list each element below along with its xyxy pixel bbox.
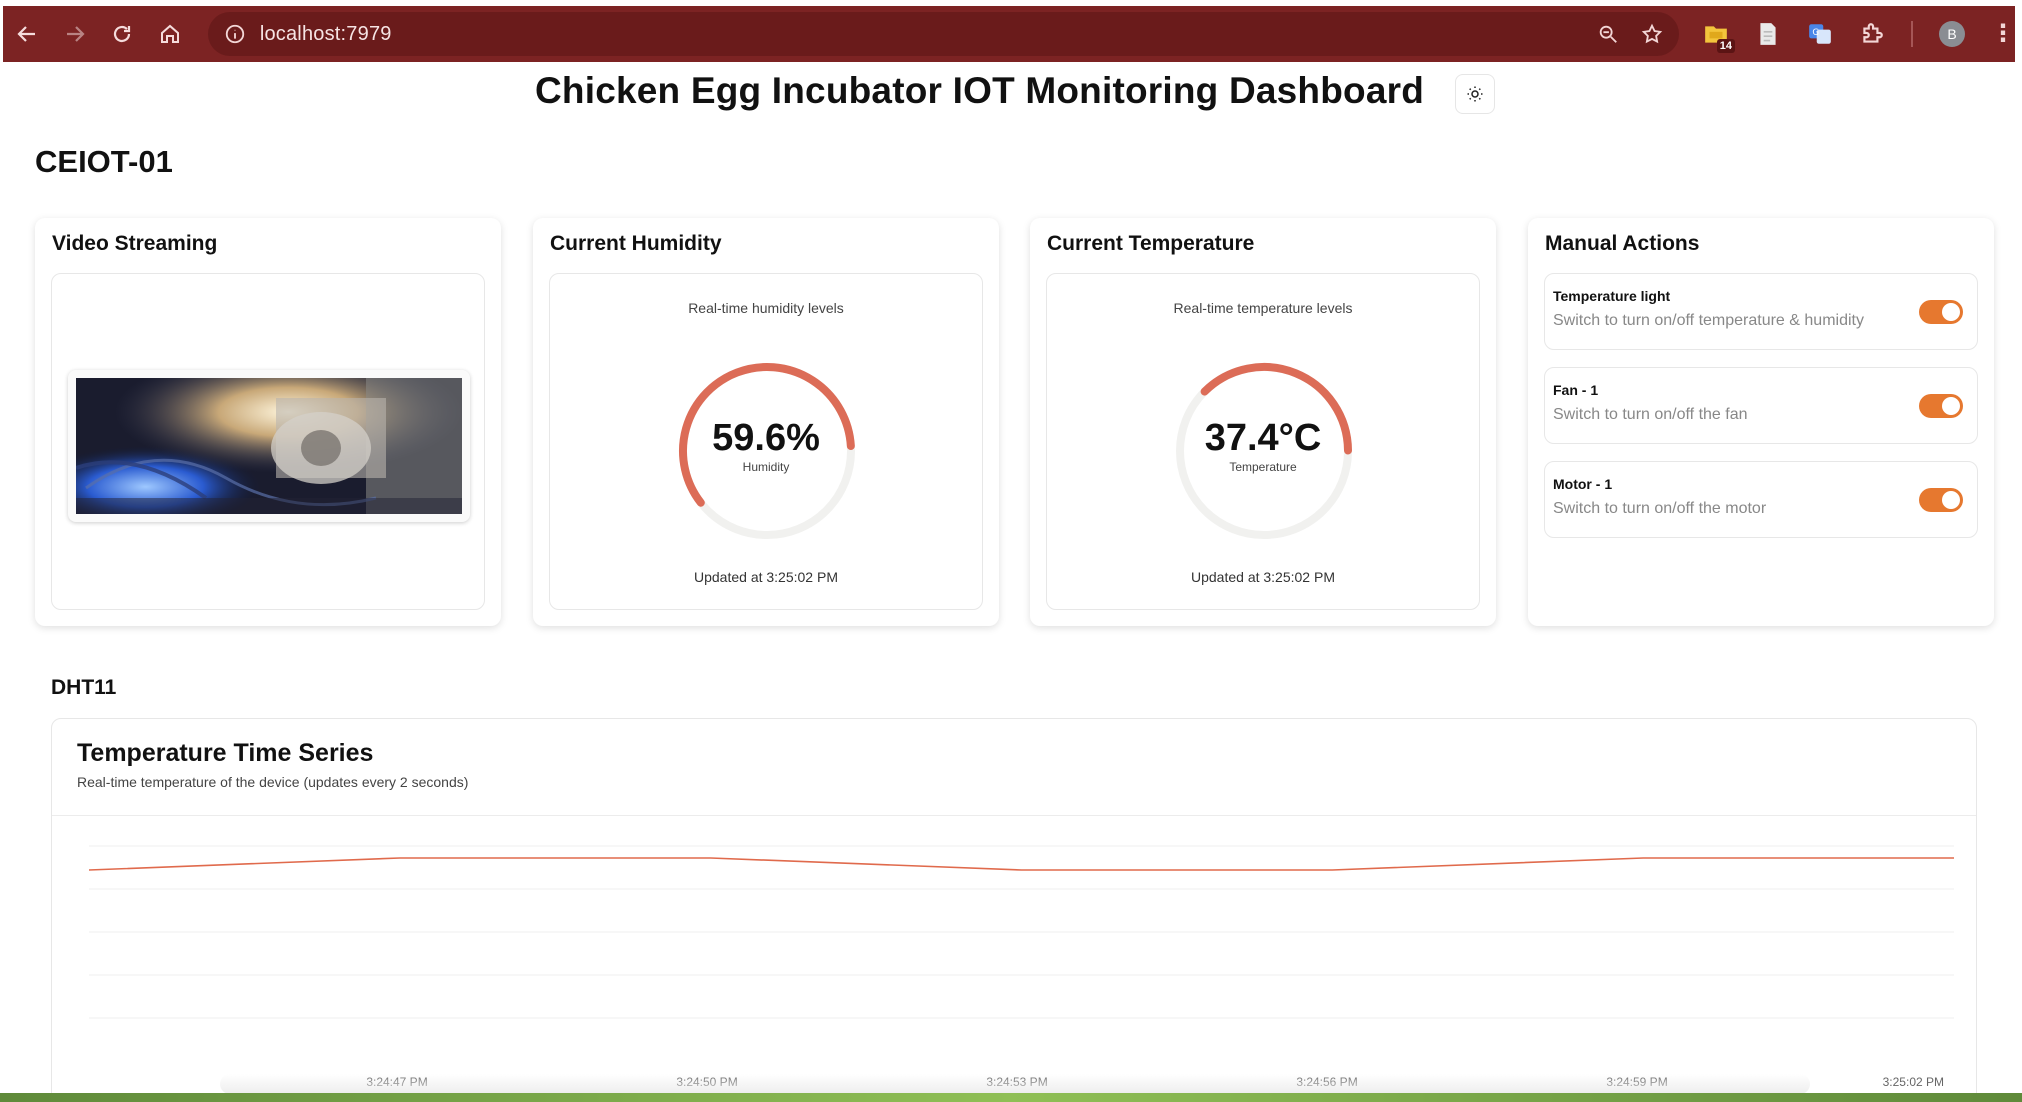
back-button[interactable] [3, 10, 51, 58]
humidity-card: Current Humidity Real-time humidity leve… [533, 218, 999, 626]
humidity-label: Humidity [742, 460, 790, 474]
action-description: Switch to turn on/off the fan [1553, 406, 1748, 423]
zoom-icon[interactable] [1597, 23, 1619, 45]
temperature-gauge-panel: Real-time temperature levels 37.4°C Temp… [1046, 273, 1480, 610]
temperature-chart-card: Temperature Time Series Real-time temper… [51, 718, 1977, 1102]
home-icon [160, 24, 179, 43]
action-description: Switch to turn on/off temperature & humi… [1553, 312, 1864, 329]
toolbar-separator [1910, 21, 1913, 47]
extensions-puzzle-button[interactable] [1859, 21, 1885, 47]
temperature-card-title: Current Temperature [1047, 232, 1255, 255]
temperature-value: 37.4°C [1204, 417, 1322, 459]
humidity-subtitle: Real-time humidity levels [688, 300, 844, 316]
temperature-line-chart: 3:24:47 PM3:24:50 PM3:24:53 PM3:24:56 PM… [88, 845, 1954, 1089]
browser-toolbar: localhost:7979 14 G B ⋮ [3, 6, 2015, 62]
site-info-icon[interactable] [224, 23, 246, 45]
reload-icon [114, 25, 131, 43]
temperature-subtitle: Real-time temperature levels [1173, 300, 1353, 316]
action-motor-1: Motor - 1 Switch to turn on/off the moto… [1544, 461, 1978, 538]
fan-1-toggle[interactable] [1919, 394, 1963, 418]
toggle-knob [1942, 491, 1960, 509]
page-title: Chicken Egg Incubator IOT Monitoring Das… [535, 70, 1424, 111]
sun-icon [1467, 86, 1483, 102]
toggle-knob [1942, 303, 1960, 321]
url-text[interactable]: localhost:7979 [260, 23, 392, 46]
profile-initial: B [1947, 26, 1957, 42]
video-frame-image [76, 378, 462, 514]
video-container [51, 273, 485, 610]
action-title: Temperature light [1553, 288, 1671, 304]
translate-extension-button[interactable]: G [1807, 21, 1833, 47]
svg-text:G: G [1812, 28, 1819, 38]
temperature-updated-time: Updated at 3:25:02 PM [1191, 569, 1335, 585]
bottom-window-edge [0, 1093, 2022, 1102]
device-name: CEIOT-01 [35, 144, 173, 179]
toggle-knob [1942, 397, 1960, 415]
x-tick-label: 3:25:02 PM [1883, 1075, 1944, 1089]
page-header: Chicken Egg Incubator IOT Monitoring Das… [0, 66, 2022, 118]
action-title: Motor - 1 [1553, 476, 1613, 492]
theme-toggle-button[interactable] [1455, 74, 1495, 114]
temperature-label: Temperature [1229, 460, 1297, 474]
back-arrow-icon [17, 26, 35, 42]
folder-extension-button[interactable]: 14 [1703, 21, 1735, 53]
profile-avatar[interactable]: B [1938, 21, 1965, 47]
puzzle-piece-icon [1863, 23, 1883, 43]
temperature-light-toggle[interactable] [1919, 300, 1963, 324]
video-stream[interactable] [68, 370, 470, 522]
action-temperature-light: Temperature light Switch to turn on/off … [1544, 273, 1978, 350]
manual-actions-card: Manual Actions Temperature light Switch … [1528, 218, 1994, 626]
motor-1-toggle[interactable] [1919, 488, 1963, 512]
reload-button[interactable] [98, 10, 146, 58]
humidity-gauge-panel: Real-time humidity levels 59.6% Humidity… [549, 273, 983, 610]
address-bar[interactable]: localhost:7979 [207, 12, 1679, 56]
bookmark-star-icon[interactable] [1641, 23, 1663, 45]
humidity-value: 59.6% [712, 417, 820, 459]
sensor-section-title: DHT11 [51, 676, 117, 699]
action-title: Fan - 1 [1553, 382, 1599, 398]
action-fan-1: Fan - 1 Switch to turn on/off the fan [1544, 367, 1978, 444]
translate-extension-icon: G [1809, 24, 1831, 44]
temperature-series-line [88, 857, 1954, 871]
video-streaming-card: Video Streaming [35, 218, 501, 626]
document-extension-button[interactable] [1755, 21, 1781, 47]
temperature-card: Current Temperature Real-time temperatur… [1030, 218, 1496, 626]
manual-actions-title: Manual Actions [1545, 232, 1700, 255]
video-card-title: Video Streaming [52, 232, 218, 255]
home-button[interactable] [146, 10, 194, 58]
chart-subtitle: Real-time temperature of the device (upd… [77, 774, 469, 790]
humidity-card-title: Current Humidity [550, 232, 722, 255]
action-description: Switch to turn on/off the motor [1553, 500, 1767, 517]
extension-badge: 14 [1716, 39, 1735, 53]
document-extension-icon [1760, 23, 1776, 45]
chart-title: Temperature Time Series [77, 739, 374, 767]
forward-arrow-icon [66, 26, 85, 42]
forward-button[interactable] [51, 10, 99, 58]
browser-menu-icon[interactable]: ⋮ [1991, 22, 2015, 46]
humidity-updated-time: Updated at 3:25:02 PM [694, 569, 838, 585]
bottom-fade [220, 1074, 1810, 1094]
